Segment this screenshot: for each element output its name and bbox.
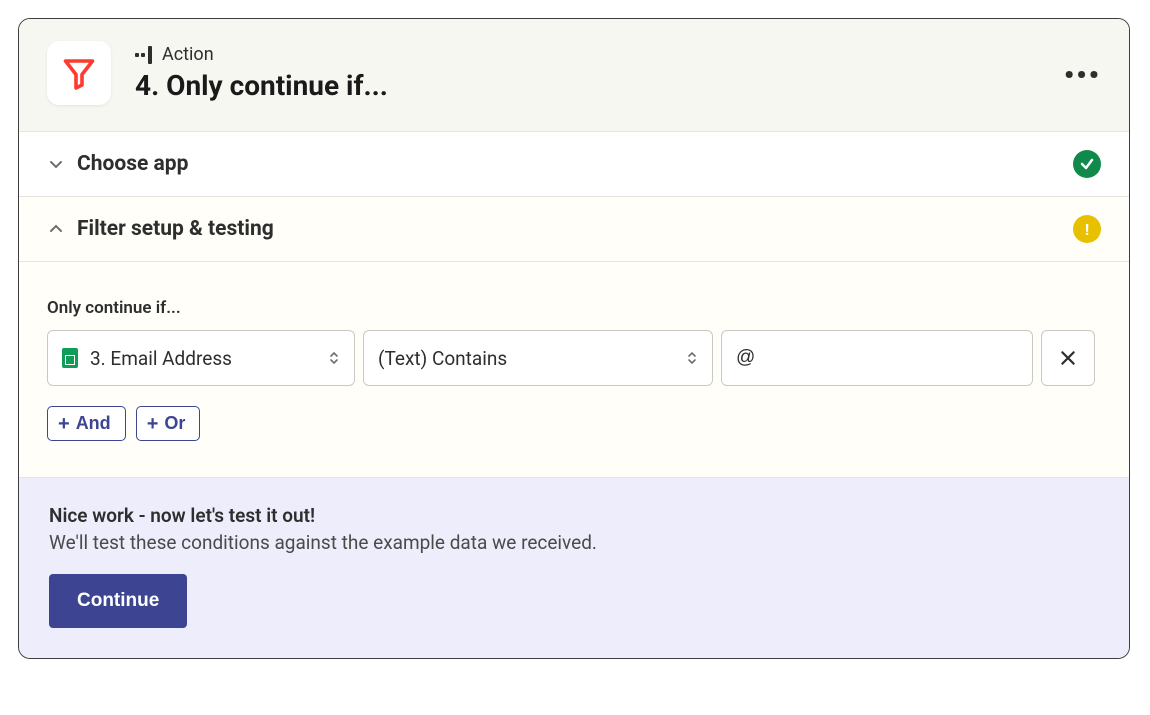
condition-operator-select[interactable]: (Text) Contains [363,330,713,386]
test-area: Nice work - now let's test it out! We'll… [19,477,1129,658]
add-or-button[interactable]: + Or [136,406,201,441]
close-icon [1059,349,1077,367]
condition-value-input-wrapper [721,330,1033,386]
test-subtitle: We'll test these conditions against the … [49,531,1099,554]
plus-icon: + [147,414,159,434]
filter-setup-title: Filter setup & testing [77,217,274,241]
condition-row: 3. Email Address (Text) Contains [47,330,1101,386]
more-options-button[interactable]: ••• [1064,59,1101,92]
card-header: Action 4. Only continue if... ••• [19,19,1129,131]
filter-condition-label: Only continue if... [47,298,1101,318]
filter-setup-toggle[interactable]: Filter setup & testing ! [47,197,1101,261]
plus-icon: + [58,414,70,434]
status-ok-icon [1073,150,1101,178]
condition-field-value: 3. Email Address [90,347,232,370]
add-and-button[interactable]: + And [47,406,126,441]
step-title: 4. Only continue if... [135,69,388,102]
select-updown-icon [686,349,698,367]
select-updown-icon [328,349,340,367]
status-warning-icon: ! [1073,215,1101,243]
filter-body: Only continue if... 3. Email Address (Te… [19,261,1129,477]
action-step-card: Action 4. Only continue if... ••• Choose… [18,18,1130,659]
chevron-up-icon [47,220,65,238]
test-title: Nice work - now let's test it out! [49,504,1099,527]
choose-app-toggle[interactable]: Choose app [47,132,1101,196]
condition-field-select[interactable]: 3. Email Address [47,330,355,386]
chevron-down-icon [47,155,65,173]
action-step-icon [135,46,152,64]
or-label: Or [164,413,185,434]
funnel-icon [61,55,97,91]
section-choose-app: Choose app [19,131,1129,196]
continue-button[interactable]: Continue [49,574,187,628]
choose-app-title: Choose app [77,152,188,176]
and-label: And [76,413,111,434]
remove-condition-button[interactable] [1041,330,1095,386]
google-sheets-icon [62,348,78,368]
filter-app-icon [47,41,111,105]
step-type-label: Action [162,44,214,65]
condition-operator-value: (Text) Contains [378,347,507,370]
section-filter-setup: Filter setup & testing ! [19,196,1129,261]
title-block: Action 4. Only continue if... [135,44,388,102]
condition-value-input[interactable] [736,347,1018,369]
